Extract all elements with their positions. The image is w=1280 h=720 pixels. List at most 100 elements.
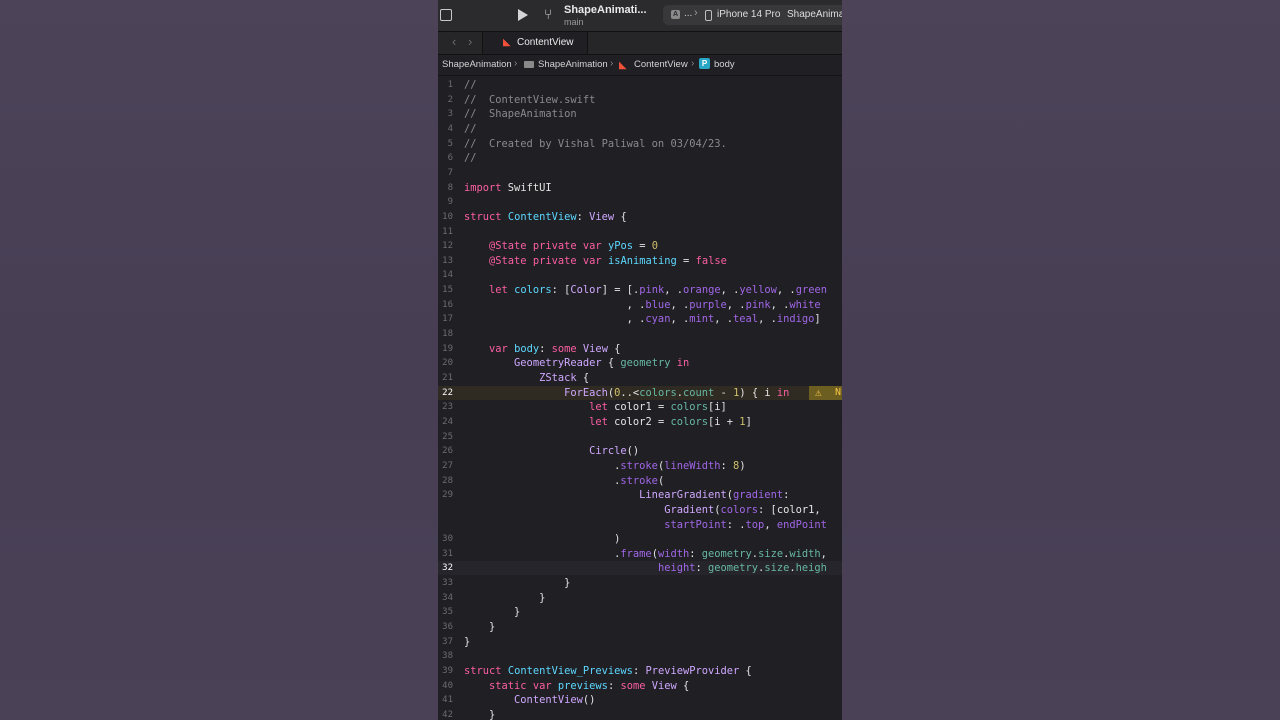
code-token: , . [770,298,790,311]
code-line[interactable]: 15 let colors: [Color] = [.pink, .orange… [438,283,842,297]
code-token: } [464,577,571,590]
code-line[interactable]: 1 // [438,78,842,92]
code-token: private [532,240,577,253]
code-line[interactable]: 41 ContentView() [438,693,842,707]
code-token: { [676,679,690,692]
code-line[interactable]: 9 [438,195,842,209]
run-status: ShapeAnimat [787,9,842,20]
code-line[interactable]: 42 } [438,708,842,720]
code-line[interactable]: 7 [438,166,842,180]
code-token: ContentView_Previews [507,665,633,677]
code-line[interactable]: 16 , .blue, .purple, .pink, .white [438,298,842,312]
code-line[interactable]: 39 struct ContentView_Previews: PreviewPr… [438,664,842,678]
code-line[interactable]: 34 } [438,591,842,605]
line-number: 2 [447,94,453,105]
tab-contentview[interactable]: ◣ ContentView [482,32,588,54]
code-token: , . [464,313,646,326]
code-token: PreviewProvider [645,665,740,677]
code-line[interactable]: 19 var body: some View { [438,342,842,356]
code-line[interactable]: 40 static var previews: some View { [438,679,842,693]
jumpbar-project[interactable]: ShapeAnimation [442,59,512,70]
code-line[interactable]: startPoint: .top, endPoint [438,518,842,532]
scheme-selector[interactable]: A ... › iPhone 14 Pro ShapeAnimat [663,5,842,25]
code-token: = [676,254,696,267]
code-line[interactable]: 32 height: geometry.size.heigh [438,561,842,576]
forward-chevron-icon[interactable]: › [468,34,472,49]
jumpbar-folder[interactable]: ShapeAnimation [538,59,608,70]
code-line[interactable]: 11 [438,225,842,239]
run-icon[interactable] [518,9,528,21]
line-number: 4 [447,123,453,134]
code-token: , . [714,313,734,326]
code-token: // ShapeAnimation [464,108,577,121]
code-line[interactable]: Gradient(colors: [color1, [438,503,842,517]
code-line[interactable]: 27 .stroke(lineWidth: 8) [438,459,842,473]
code-text: } [464,620,495,634]
code-line[interactable]: 13 @State private var isAnimating = fals… [438,254,842,268]
code-line[interactable]: 2 // ContentView.swift [438,93,842,107]
code-line[interactable]: 8 import SwiftUI [438,181,842,195]
branch-icon[interactable]: ⑂ [544,6,552,22]
code-line[interactable]: 14 [438,268,842,282]
code-line[interactable]: 33 } [438,576,842,590]
code-line[interactable]: 25 [438,430,842,444]
code-line[interactable]: 37} [438,635,842,649]
code-line[interactable]: 18 [438,327,842,341]
code-text: LinearGradient(gradient: [464,488,789,502]
app-icon: A [671,10,680,19]
code-line[interactable]: 12 @State private var yPos = 0 [438,239,842,253]
line-number: 15 [442,285,453,296]
code-token: = [632,240,652,253]
code-line[interactable]: 30 ) [438,532,842,546]
code-token: top [745,518,765,531]
code-line[interactable]: 17 , .cyan, .mint, .teal, .indigo] [438,312,842,326]
code-token: : [632,665,646,677]
code-line[interactable]: 4 // [438,122,842,136]
device-name[interactable]: iPhone 14 Pro [717,9,780,20]
code-line[interactable]: 31 .frame(width: geometry.size.width, [438,547,842,561]
code-line[interactable]: 24 let color2 = colors[i + 1] [438,415,842,429]
jumpbar-file[interactable]: ContentView [634,59,688,70]
code-line[interactable]: 36 } [438,620,842,634]
code-line[interactable]: 23 let color1 = colors[i] [438,400,842,414]
code-editor[interactable]: 1 // 2 // ContentView.swift 3 // ShapeAnimati… [438,76,842,720]
code-line[interactable]: 21 ZStack { [438,371,842,385]
code-line[interactable]: 26 Circle() [438,444,842,458]
line-number: 25 [442,431,453,442]
code-token: } [464,591,546,604]
line-number: 32 [442,563,453,574]
line-number: 5 [447,138,453,149]
code-token: struct [464,665,502,677]
code-text: var body: some View { [464,342,620,356]
code-text: struct ContentView: View { [464,210,627,224]
code-line[interactable]: 35 } [438,605,842,619]
code-line[interactable]: 10 struct ContentView: View { [438,210,842,224]
code-line[interactable]: 29 LinearGradient(gradient: [438,488,842,502]
back-chevron-icon[interactable]: ‹ [452,34,456,49]
code-token: ) { i [739,386,777,399]
warning-badge[interactable]: ⚠ N [809,385,842,400]
code-text: static var previews: some View { [464,679,689,693]
code-line[interactable]: 28 .stroke( [438,474,842,488]
code-text: Circle() [464,444,639,458]
code-line[interactable]: 5 // Created by Vishal Paliwal on 03/04/2… [438,137,842,151]
jumpbar-symbol[interactable]: body [714,59,735,70]
property-badge-icon: P [699,58,710,69]
code-line[interactable]: 20 GeometryReader { geometry in [438,356,842,370]
code-line[interactable]: 3 // ShapeAnimation [438,107,842,121]
code-text: .stroke( [464,474,664,488]
code-line[interactable]: 22 ForEach(0..<colors.count - 1) { i in ⚠… [438,385,842,400]
sidebar-toggle-icon[interactable] [440,9,452,21]
project-name[interactable]: ShapeAnimati... [564,4,647,16]
code-line[interactable]: 38 [438,649,842,663]
code-token: , . [670,313,690,326]
code-line[interactable]: 6 // [438,151,842,165]
line-number: 24 [442,416,453,427]
code-token: ContentView [514,694,583,707]
line-number: 19 [442,343,453,354]
branch-name: main [564,17,584,27]
